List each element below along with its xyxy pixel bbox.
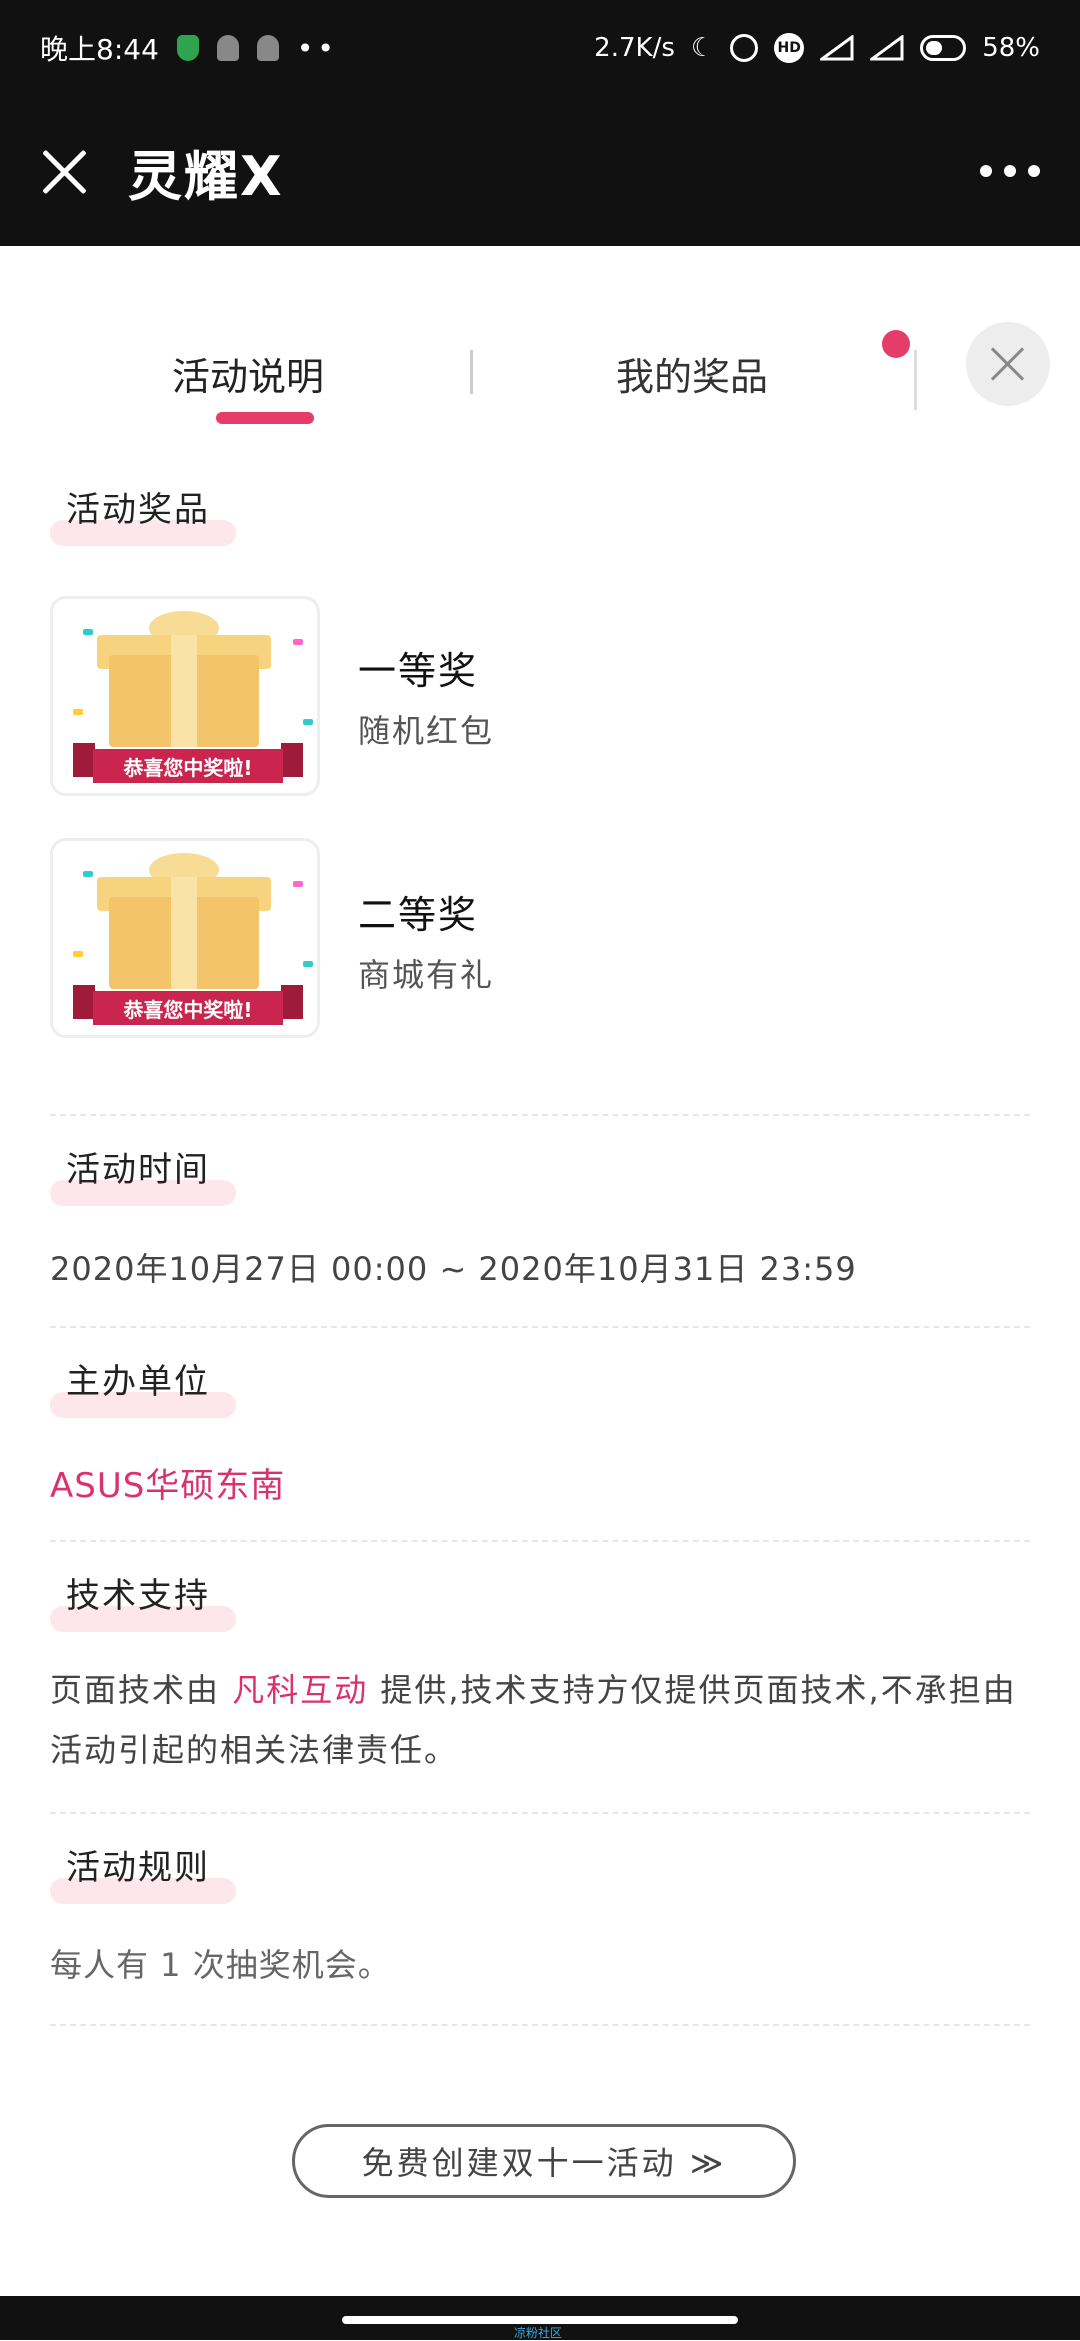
prize-banner: 恭喜您中奖啦! [93, 991, 283, 1025]
qq-ghost-icon [216, 35, 239, 61]
section-label-organizer: 主办单位 [50, 1358, 236, 1418]
tab-my-prizes[interactable]: 我的奖品 [616, 346, 768, 401]
active-tab-indicator [216, 412, 314, 424]
section-divider [50, 1812, 1030, 1814]
battery-level: 58% [982, 33, 1040, 63]
battery-icon [920, 35, 967, 61]
section-divider [50, 1540, 1030, 1542]
more-notifications-icon: •• [296, 31, 338, 65]
tab-divider [470, 350, 473, 394]
prize-desc: 商城有礼 [358, 956, 495, 994]
prize-banner: 恭喜您中奖啦! [93, 749, 283, 783]
rules-text: 每人有 1 次抽奖机会。 [50, 1946, 391, 1984]
app-header: 灵耀X [0, 96, 1080, 246]
tab-activity-info[interactable]: 活动说明 [172, 346, 324, 401]
clock-icon [730, 34, 759, 62]
watermark: 凉粉社区 [514, 2326, 563, 2340]
tab-bar: 活动说明 我的奖品 [0, 246, 1080, 436]
hd-icon: HD [774, 33, 805, 63]
organizer-name: ASUS华硕东南 [50, 1466, 286, 1506]
section-divider [50, 2024, 1030, 2026]
status-time: 晚上8:44 [40, 33, 159, 66]
provider-link[interactable]: 凡科互动 [232, 1671, 368, 1709]
section-divider [50, 1114, 1030, 1116]
signal-4g-icon [820, 35, 854, 61]
close-panel-button[interactable] [966, 322, 1050, 406]
create-activity-button[interactable]: 免费创建双十一活动 ≫ [292, 2124, 796, 2198]
prize-title: 一等奖 [358, 649, 479, 693]
network-speed: 2.7K/s [594, 33, 675, 63]
prize-title: 二等奖 [358, 893, 479, 937]
prize-image: 恭喜您中奖啦! [50, 838, 320, 1038]
tab-divider [914, 350, 917, 410]
home-indicator[interactable] [342, 2316, 738, 2324]
prize-image: 恭喜您中奖啦! [50, 596, 320, 796]
activity-time: 2020年10月27日 00:00 ~ 2020年10月31日 23:59 [50, 1250, 857, 1288]
page-title: 灵耀X [128, 144, 284, 208]
section-label-tech: 技术支持 [50, 1572, 236, 1632]
qq-ghost-icon [256, 35, 279, 61]
section-label-prizes: 活动奖品 [50, 486, 236, 546]
section-label-time: 活动时间 [50, 1146, 236, 1206]
status-bar: 晚上8:44 •• 2.7K/s ☾ HD 58% [0, 0, 1080, 96]
section-label-rules: 活动规则 [50, 1844, 236, 1904]
signal-3g-icon [870, 35, 904, 61]
shield-icon [176, 35, 199, 61]
close-icon[interactable] [40, 147, 88, 195]
moon-icon: ☾ [690, 33, 715, 63]
tech-support-text: 页面技术由 凡科互动 提供,技术支持方仅提供页面技术,不承担由活动引起的相关法律… [50, 1671, 1017, 1769]
more-options-icon[interactable] [980, 165, 1040, 177]
notification-badge [882, 330, 910, 358]
prize-desc: 随机红包 [358, 712, 495, 750]
section-divider [50, 1326, 1030, 1328]
